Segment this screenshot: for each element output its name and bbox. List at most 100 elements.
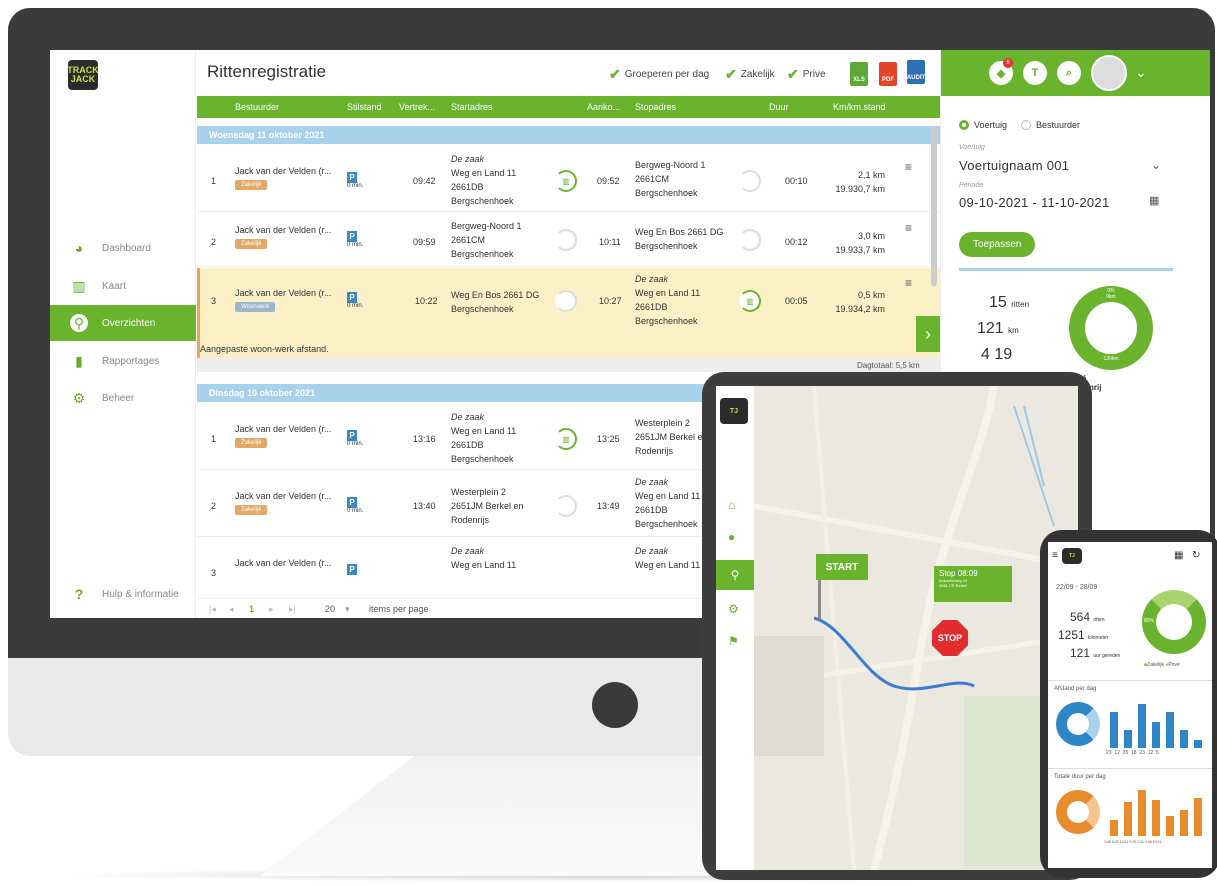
scrollbar[interactable] [931, 126, 937, 286]
stop-cell: P0 min. [347, 497, 363, 514]
location-ring-icon[interactable] [739, 170, 761, 192]
vehicle-select[interactable]: Voertuignaam 001 [959, 158, 1069, 173]
parking-icon: P [347, 292, 357, 303]
tablet-screen: TJ ⌂ ● ⚲ ⚙ ⚑ START STOP Stop 08:09 Indus… [716, 386, 1078, 870]
checkbox-label: Prive [802, 69, 826, 80]
pager-next-icon[interactable]: ▸ [269, 604, 274, 615]
stop-duration: 0 min. [347, 303, 364, 309]
address-line: Weg en Land 11 [635, 288, 701, 298]
location-ring-icon[interactable] [555, 495, 577, 517]
table-row[interactable]: 1 Jack van der Velden (r... Zakelijk P0 m… [197, 146, 940, 212]
calendar-icon[interactable]: ▦ [1149, 194, 1159, 207]
location-ring-icon[interactable] [555, 229, 577, 251]
sidebar-item-help[interactable]: ? Hulp & informatie [50, 576, 196, 612]
trackjack-logo[interactable]: TJ [1062, 548, 1082, 564]
group-by-day-checkbox[interactable]: ✔ Groeperen per dag [609, 66, 709, 83]
location-ring-icon[interactable] [739, 229, 761, 251]
col-km[interactable]: Km/km.stand [833, 102, 886, 112]
period-input[interactable]: 09-10-2021 - 11-10-2021 [959, 195, 1109, 210]
chevron-right-icon: › [925, 323, 931, 344]
chevron-down-icon[interactable]: ⌄ [1151, 158, 1161, 172]
sidebar-item-label: Dashboard [102, 242, 151, 254]
phone-stat-hours: 121 uur gereden [1070, 646, 1120, 660]
sidebar-item-overzichten[interactable]: ⚲ Overzichten [50, 305, 196, 341]
xls-export-button[interactable]: XLS [850, 62, 868, 86]
building-icon[interactable]: ▥ [555, 428, 577, 450]
table-row[interactable]: 2 Jack van der Velden (r... Zakelijk P0 m… [197, 213, 940, 267]
radio-vehicle[interactable]: Voertuig [959, 120, 1007, 130]
day-header: Woensdag 11 oktober 2021 [197, 126, 940, 144]
address-line: 2651JM Berkel en [451, 501, 524, 511]
stop-info-card[interactable]: Stop 08:09 Industrieweg 15 2651 CE Berkel [934, 566, 1012, 602]
building-icon[interactable]: ▥ [555, 170, 577, 192]
pin-icon[interactable]: ● [728, 530, 735, 544]
table-row-highlighted[interactable]: 3 Jack van der Velden (r... Woonwerk P0 m… [197, 268, 940, 358]
start-pole [818, 580, 821, 620]
private-checkbox[interactable]: ✔ Prive [787, 66, 826, 83]
pager-prev-icon[interactable]: ◂ [229, 604, 234, 615]
start-marker[interactable]: START [816, 554, 868, 580]
col-departure[interactable]: Vertrek... [399, 102, 435, 112]
row-menu-icon[interactable]: ≡ [905, 276, 912, 290]
driver-name: Jack van der Velden (r... [235, 166, 332, 176]
stop-marker[interactable]: STOP [932, 620, 968, 656]
pager-current-page[interactable]: 1 [249, 604, 254, 614]
legend-item: Zakelijk [1147, 662, 1164, 668]
km-value: 3,0 km [857, 231, 885, 241]
chevron-down-icon[interactable]: ▾ [345, 604, 350, 615]
filter-icon[interactable]: T [1023, 61, 1047, 85]
sidebar-item-dashboard[interactable]: ◕ Dashboard [50, 230, 196, 266]
overview-icon[interactable]: ⚲ [716, 560, 754, 590]
arrival-time: 10:27 [599, 296, 622, 306]
trackjack-logo[interactable]: TJ [720, 398, 748, 424]
row-number: 1 [211, 434, 217, 444]
radio-selected-icon [959, 120, 969, 130]
address-line: Weg en Land 11 [451, 168, 517, 178]
search-icon[interactable]: ⌕ [1057, 61, 1081, 85]
parking-icon: P [347, 497, 357, 508]
pager-first-icon[interactable]: |◂ [209, 604, 216, 615]
apply-button[interactable]: Toepassen [959, 232, 1036, 257]
sidebar-item-rapportages[interactable]: ▮ Rapportages [50, 343, 196, 379]
gear-icon[interactable]: ⚙ [728, 602, 739, 616]
col-arrival[interactable]: Aanko... [587, 102, 620, 112]
building-icon[interactable]: ▥ [739, 290, 761, 312]
pager-last-icon[interactable]: ▸| [289, 604, 296, 615]
calendar-icon[interactable]: ▦ [1174, 550, 1183, 561]
col-driver[interactable]: Bestuurder [235, 102, 279, 112]
radio-driver[interactable]: Bestuurder [1021, 120, 1080, 130]
business-checkbox[interactable]: ✔ Zakelijk [725, 66, 775, 83]
col-stop[interactable]: Stilstand [347, 102, 382, 112]
location-ring-icon[interactable] [555, 290, 577, 312]
chevron-down-icon[interactable]: ⌄ [1135, 64, 1147, 81]
tablet-device: TJ ⌂ ● ⚲ ⚙ ⚑ START STOP Stop 08:09 Indus… [702, 372, 1092, 880]
per-page-select[interactable]: 20 [325, 604, 335, 614]
arrival-time: 10:11 [599, 237, 621, 247]
stop-address: De zaak Weg en Land 11 2661DB Bergschenhoek [635, 475, 700, 531]
row-menu-icon[interactable]: ≡ [905, 160, 912, 174]
flag-icon[interactable]: ⚑ [728, 634, 739, 648]
row-menu-icon[interactable]: ≡ [905, 221, 912, 235]
chart1-title: Afstand per dag [1054, 686, 1097, 692]
pdf-export-button[interactable]: PDF [879, 62, 897, 86]
donut-label: 80% [1144, 618, 1155, 624]
duration: 00:10 [785, 176, 808, 186]
divider [959, 268, 1173, 271]
home-icon[interactable]: ⌂ [728, 498, 735, 512]
trackjack-logo[interactable]: TRACK JACK [67, 60, 99, 90]
col-stop-address[interactable]: Stopadres [635, 102, 676, 112]
col-duration[interactable]: Duur [769, 102, 789, 112]
checkbox-label: Zakelijk [740, 69, 775, 80]
col-start-address[interactable]: Startadres [451, 102, 493, 112]
avatar[interactable] [1091, 55, 1127, 91]
divider [1048, 680, 1212, 681]
expand-panel-button[interactable]: › [916, 316, 940, 352]
map-view[interactable]: START STOP Stop 08:09 Industrieweg 15 265… [754, 386, 1078, 870]
sidebar-item-beheer[interactable]: ⚙ Beheer [50, 380, 196, 416]
refresh-icon[interactable]: ↻ [1192, 550, 1200, 561]
menu-icon[interactable]: ≡ [1052, 550, 1058, 561]
driver-cell: Jack van der Velden (r... Zakelijk [235, 225, 332, 249]
monitor-camera-dot [592, 682, 638, 728]
audit-export-button[interactable]: AUDIT [907, 60, 925, 84]
sidebar-item-kaart[interactable]: ▥ Kaart [50, 268, 196, 304]
